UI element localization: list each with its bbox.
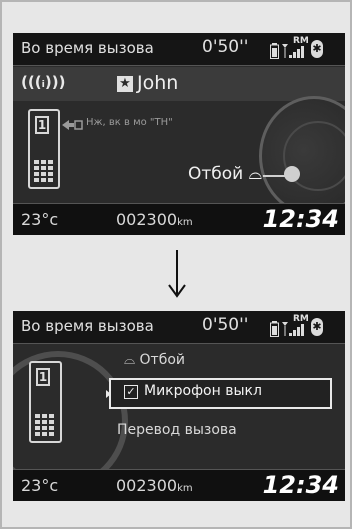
check-icon: ✓ <box>124 385 138 399</box>
battery-icon <box>270 39 279 59</box>
selection-pointer-icon <box>106 390 111 398</box>
selector-knob <box>284 166 300 182</box>
phone-icon: 1 <box>29 361 62 443</box>
hangup-pointer-line <box>263 175 291 177</box>
odometer: 002300km <box>116 476 193 495</box>
menu-item-hangup[interactable]: ⌓ Отбой <box>124 352 185 368</box>
menu-item-transfer-call[interactable]: Перевод вызова <box>117 422 237 438</box>
incoming-call-icon: (((ᵢ))) <box>21 73 66 91</box>
odometer: 002300km <box>116 210 193 229</box>
clock: 12:34 <box>262 205 339 233</box>
down-arrow-icon <box>168 250 186 298</box>
screen-title: Во время вызова <box>21 39 154 57</box>
status-header: Во время вызова 0'50'' RM ✱ <box>13 311 345 344</box>
call-timer: 0'50'' <box>202 315 249 335</box>
bluetooth-icon: ✱ <box>311 318 323 336</box>
phone-line-number: 1 <box>36 368 50 386</box>
screen-title: Во время вызова <box>21 317 154 335</box>
hangup-label: Отбой <box>188 164 244 184</box>
info-bar: 23°c 002300km 12:34 <box>13 203 345 235</box>
call-timer: 0'50'' <box>202 37 249 57</box>
hangup-option[interactable]: Отбой ⌓ <box>188 164 262 184</box>
battery-icon <box>270 317 279 337</box>
info-bar: 23°c 002300km 12:34 <box>13 469 345 501</box>
roaming-indicator: RM <box>293 36 309 46</box>
status-header: Во время вызова 0'50'' RM ✱ <box>13 33 345 66</box>
clock: 12:34 <box>262 471 339 499</box>
roaming-indicator: RM <box>293 314 309 324</box>
hangup-icon: ⌓ <box>248 164 263 184</box>
phone-line-number: 1 <box>35 116 49 134</box>
illustration-panel: Во время вызова 0'50'' RM ✱ (((ᵢ))) ★ Jo… <box>0 0 352 529</box>
menu-item-label: Отбой <box>139 352 186 368</box>
favorite-icon: ★ <box>117 76 133 92</box>
call-menu-screen: Во время вызова 0'50'' RM ✱ 1 ⌓ Отбой ✓ … <box>13 311 345 501</box>
transfer-icon <box>62 120 83 130</box>
bluetooth-icon: ✱ <box>311 40 323 58</box>
outside-temperature: 23°c <box>21 210 59 229</box>
transfer-hint: Нж, вк в мо "ТН" <box>86 117 173 128</box>
phone-icon: 1 <box>28 109 60 189</box>
menu-item-label: Микрофон выкл <box>144 383 262 399</box>
hangup-icon: ⌓ <box>124 352 136 368</box>
outside-temperature: 23°c <box>21 476 59 495</box>
caller-row: (((ᵢ))) ★ John <box>13 67 345 101</box>
in-call-screen: Во время вызова 0'50'' RM ✱ (((ᵢ))) ★ Jo… <box>13 33 345 235</box>
caller-name: John <box>137 72 179 94</box>
menu-item-label: Перевод вызова <box>117 422 237 438</box>
